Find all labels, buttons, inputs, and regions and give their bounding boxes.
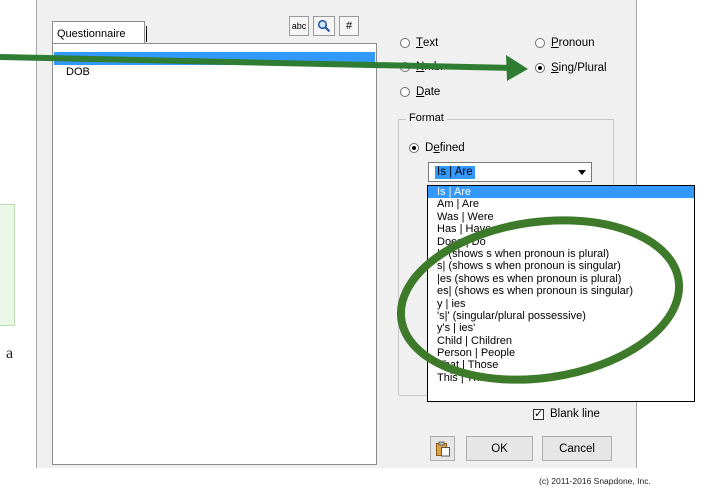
dropdown-option[interactable]: Child | Children — [428, 335, 694, 347]
checkbox-box — [533, 407, 544, 420]
radio-number-label: mbr — [424, 61, 445, 73]
dropdown-option[interactable]: Am | Are — [428, 198, 694, 210]
dropdown-option[interactable]: |s (shows s when pronoun is plural) — [428, 248, 694, 260]
dropdown-option[interactable]: Was | Were — [428, 211, 694, 223]
radio-sing-plural-label: ing/Plural — [558, 62, 607, 74]
radio-defined[interactable]: De fined — [409, 142, 465, 154]
list-item[interactable]: DOB — [54, 66, 375, 79]
dropdown-option[interactable]: y's | ies' — [428, 322, 694, 334]
checkbox-label: Blank line — [550, 408, 600, 420]
radio-number[interactable]: Nmbr — [400, 61, 444, 73]
radio-pronoun[interactable]: Pronoun — [535, 37, 594, 49]
side-note-panel — [0, 204, 15, 326]
radio-pronoun-dot — [535, 38, 545, 48]
list-item[interactable] — [54, 52, 375, 65]
dropdown-option[interactable]: That | Those — [428, 359, 694, 371]
dropdown-option[interactable]: Is | Are — [428, 186, 694, 199]
radio-sing-plural-dot — [535, 63, 545, 73]
copyright-text: (c) 2011-2016 Snapdone, Inc. — [539, 476, 651, 486]
cancel-button[interactable]: Cancel — [542, 436, 612, 461]
radio-text-dot — [400, 38, 410, 48]
ok-button[interactable]: OK — [466, 436, 533, 461]
tab-divider — [146, 26, 147, 42]
radio-pronoun-accel: P — [551, 37, 559, 49]
radio-number-dot — [400, 62, 410, 72]
dropdown-option[interactable]: Does | Do — [428, 236, 694, 248]
blank-line-checkbox[interactable]: Blank line — [533, 407, 600, 420]
number-label: # — [345, 20, 353, 32]
radio-pronoun-label: ronoun — [558, 37, 595, 49]
radio-date-accel: D — [416, 86, 425, 98]
radio-defined-dot — [409, 143, 419, 153]
clipboard-icon — [435, 441, 450, 456]
dropdown-option[interactable]: Person | People — [428, 347, 694, 359]
search-button[interactable] — [313, 16, 335, 36]
dropdown-option[interactable]: y | ies — [428, 298, 694, 310]
chevron-down-icon[interactable] — [574, 164, 590, 180]
format-group-title: Format — [406, 112, 447, 124]
radio-date-dot — [400, 87, 410, 97]
dropdown-option[interactable]: 's|' (singular/plural possessive) — [428, 310, 694, 322]
radio-text[interactable]: Text — [400, 37, 438, 49]
list-item-label: DOB — [66, 66, 90, 78]
cancel-label: Cancel — [559, 442, 595, 455]
spell-check-button[interactable]: abc — [289, 16, 309, 36]
radio-text-accel: T — [416, 37, 424, 49]
tab-label: Questionnaire — [57, 28, 126, 40]
radio-date[interactable]: Date — [400, 86, 440, 98]
dropdown-option[interactable]: es| (shows es when pronoun is singular) — [428, 285, 694, 297]
paste-button[interactable] — [430, 436, 455, 461]
dropdown-option[interactable]: This | These — [428, 372, 694, 384]
radio-sing-plural-accel: S — [551, 62, 559, 74]
ok-label: OK — [491, 442, 508, 455]
radio-defined-prefix: D — [425, 142, 434, 154]
field-list[interactable]: DOB — [52, 43, 377, 465]
radio-number-accel: N — [416, 61, 425, 73]
format-combo[interactable]: Is | Are — [428, 162, 592, 182]
dropdown-option[interactable]: s| (shows s when pronoun is singular) — [428, 260, 694, 272]
format-dropdown-list[interactable]: Is | Are Am | Are Was | Were Has | Have … — [427, 185, 695, 402]
radio-sing-plural[interactable]: Sing/Plural — [535, 62, 607, 74]
page-text-fragment: a — [6, 345, 14, 362]
dropdown-option[interactable]: |es (shows es when pronoun is plural) — [428, 273, 694, 285]
spell-label: abc — [291, 21, 307, 31]
dropdown-option[interactable]: Has | Have — [428, 223, 694, 235]
radio-date-label: ate — [424, 86, 441, 98]
radio-text-label: ext — [423, 37, 439, 49]
number-button[interactable]: # — [339, 16, 359, 36]
radio-defined-label: fined — [439, 142, 465, 154]
tab-questionnaire[interactable]: Questionnaire — [52, 21, 147, 43]
combo-value: Is | Are — [435, 166, 475, 179]
magnifier-icon — [317, 19, 331, 33]
